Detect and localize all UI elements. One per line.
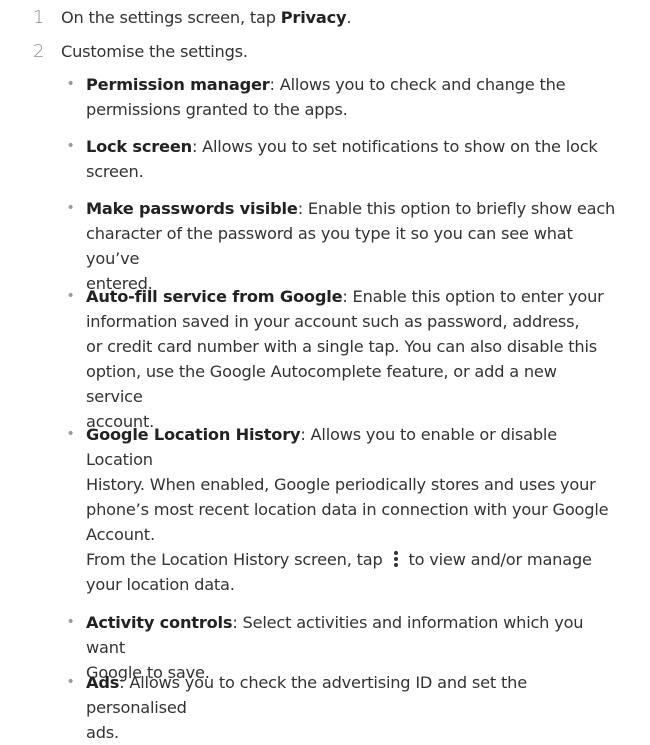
- bullet-icon: •: [66, 200, 75, 216]
- step-text: Customise the settings.: [61, 42, 248, 61]
- list-item-text: Make passwords visible: Enable this opti…: [86, 199, 616, 293]
- more-options-kebab-icon: [390, 549, 402, 569]
- item-term: Google Location History: [86, 425, 301, 444]
- bullet-icon: •: [66, 674, 75, 690]
- bullet-icon: •: [66, 614, 75, 630]
- bullet-icon: •: [66, 138, 75, 154]
- bullet-icon: •: [66, 76, 75, 92]
- step-1: 1 On the settings screen, tap Privacy.: [0, 6, 650, 32]
- step-number: 1: [33, 7, 45, 28]
- list-item-text: Lock screen: Allows you to set notificat…: [86, 137, 598, 181]
- item-term: Lock screen: [86, 137, 192, 156]
- step-2: 2 Customise the settings.: [0, 40, 650, 66]
- item-term: Activity controls: [86, 613, 233, 632]
- item-term: Ads: [86, 673, 120, 692]
- bullet-icon: •: [66, 288, 75, 304]
- bullet-icon: •: [66, 426, 75, 442]
- list-item-text: Google Location History: Allows you to e…: [86, 422, 616, 597]
- privacy-term: Privacy: [280, 8, 347, 27]
- manual-page: 1 On the settings screen, tap Privacy. 2…: [0, 0, 650, 742]
- list-item-text: Auto-fill service from Google: Enable th…: [86, 287, 604, 431]
- list-item-text: Permission manager: Allows you to check …: [86, 75, 566, 119]
- item-term: Permission manager: [86, 75, 270, 94]
- location-history-instruction: From the Location History screen, tap to…: [86, 549, 592, 569]
- step-text: On the settings screen, tap Privacy.: [61, 8, 352, 27]
- item-term: Make passwords visible: [86, 199, 298, 218]
- item-term: Auto-fill service from Google: [86, 287, 343, 306]
- list-item-text: Ads: Allows you to check the advertising…: [86, 673, 527, 742]
- step-number: 2: [33, 41, 45, 62]
